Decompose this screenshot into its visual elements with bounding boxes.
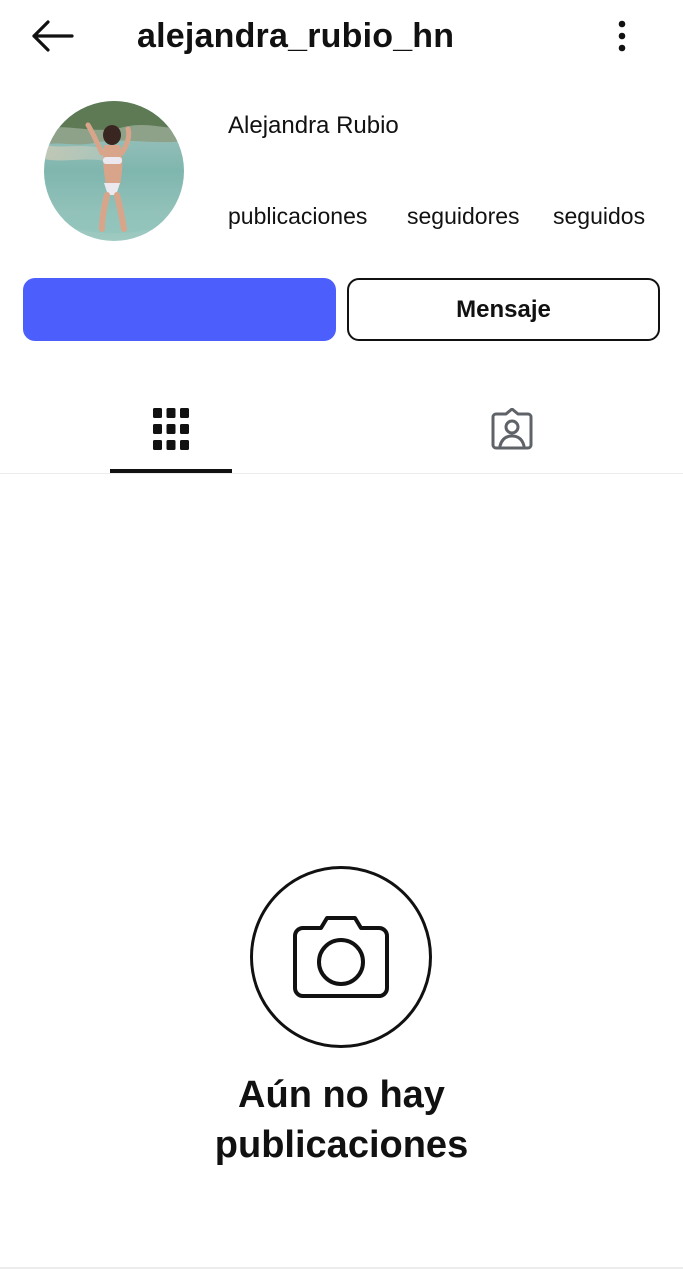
profile-username: alejandra_rubio_hn — [137, 17, 455, 55]
stat-followers[interactable]: seguidores — [407, 200, 520, 232]
message-button[interactable]: Mensaje — [347, 278, 660, 341]
profile-avatar[interactable] — [44, 101, 184, 241]
top-bar: alejandra_rubio_hn — [0, 0, 683, 72]
tab-tagged[interactable] — [451, 385, 573, 473]
empty-state-line1: Aún no hay — [238, 1074, 445, 1116]
bottom-divider — [0, 1267, 683, 1269]
tab-posts-grid[interactable] — [110, 385, 232, 473]
empty-state-line2: publicaciones — [214, 1124, 469, 1166]
empty-state-camera — [250, 866, 432, 1048]
grid-icon — [153, 408, 189, 450]
camera-icon — [293, 916, 389, 998]
profile-tabs — [0, 385, 683, 474]
empty-state-message: Aún no hay publicaciones — [0, 1070, 683, 1170]
profile-display-name: Alejandra Rubio — [228, 112, 399, 139]
stat-posts[interactable]: publicaciones — [228, 200, 367, 232]
avatar-photo — [44, 101, 184, 241]
back-button[interactable] — [24, 14, 80, 58]
follow-button[interactable] — [23, 278, 336, 341]
more-vertical-icon — [618, 20, 626, 52]
tagged-person-icon — [491, 408, 533, 450]
active-tab-indicator — [110, 469, 232, 473]
more-options-button[interactable] — [602, 14, 642, 58]
stat-following[interactable]: seguidos — [553, 200, 645, 232]
arrow-left-icon — [32, 20, 74, 52]
